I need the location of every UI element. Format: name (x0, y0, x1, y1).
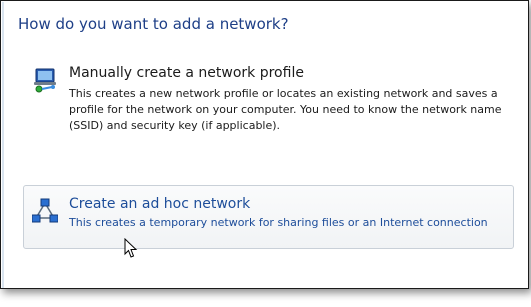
adhoc-option-description: This creates a temporary network for sha… (69, 216, 488, 229)
adhoc-option-title: Create an ad hoc network (69, 196, 251, 212)
network-computer-icon (34, 68, 56, 93)
left-accent-bar (2, 2, 4, 288)
manual-option-description: This creates a new network profile or lo… (69, 87, 502, 132)
manual-network-option[interactable]: Manually create a network profile This c… (23, 57, 514, 133)
page-title: How do you want to add a network? (18, 15, 289, 33)
adhoc-network-option[interactable]: Create an ad hoc network This creates a … (23, 185, 514, 249)
dialog-frame: How do you want to add a network? Manual… (0, 0, 529, 289)
adhoc-network-icon (32, 198, 58, 223)
manual-option-title: Manually create a network profile (69, 65, 304, 81)
mouse-pointer-icon (124, 238, 138, 258)
